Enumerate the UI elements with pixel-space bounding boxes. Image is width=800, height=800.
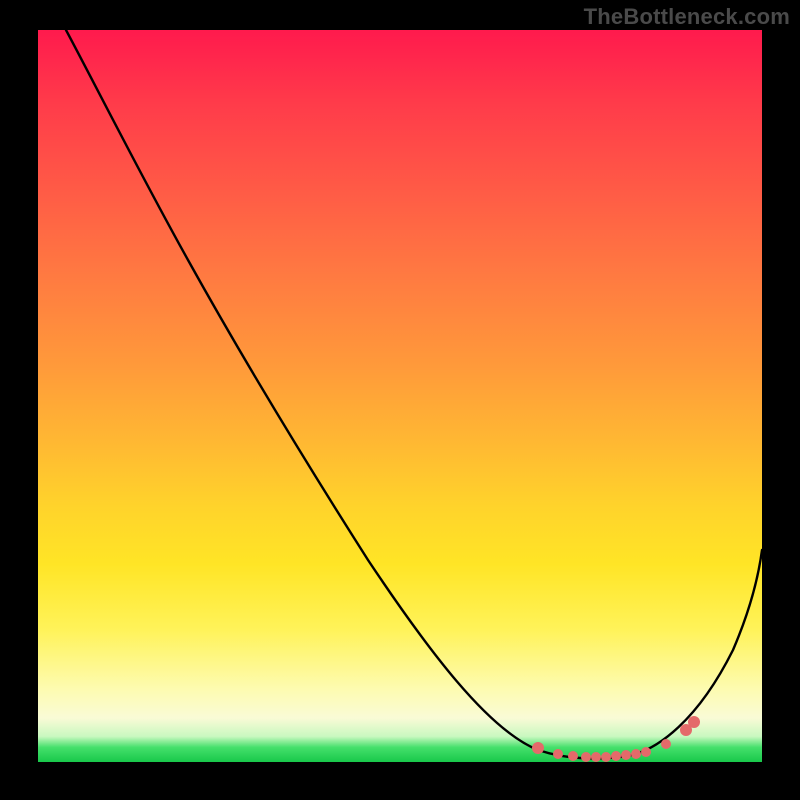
plot-background bbox=[38, 30, 762, 762]
chart-frame: TheBottleneck.com bbox=[0, 0, 800, 800]
watermark-text: TheBottleneck.com bbox=[584, 4, 790, 30]
